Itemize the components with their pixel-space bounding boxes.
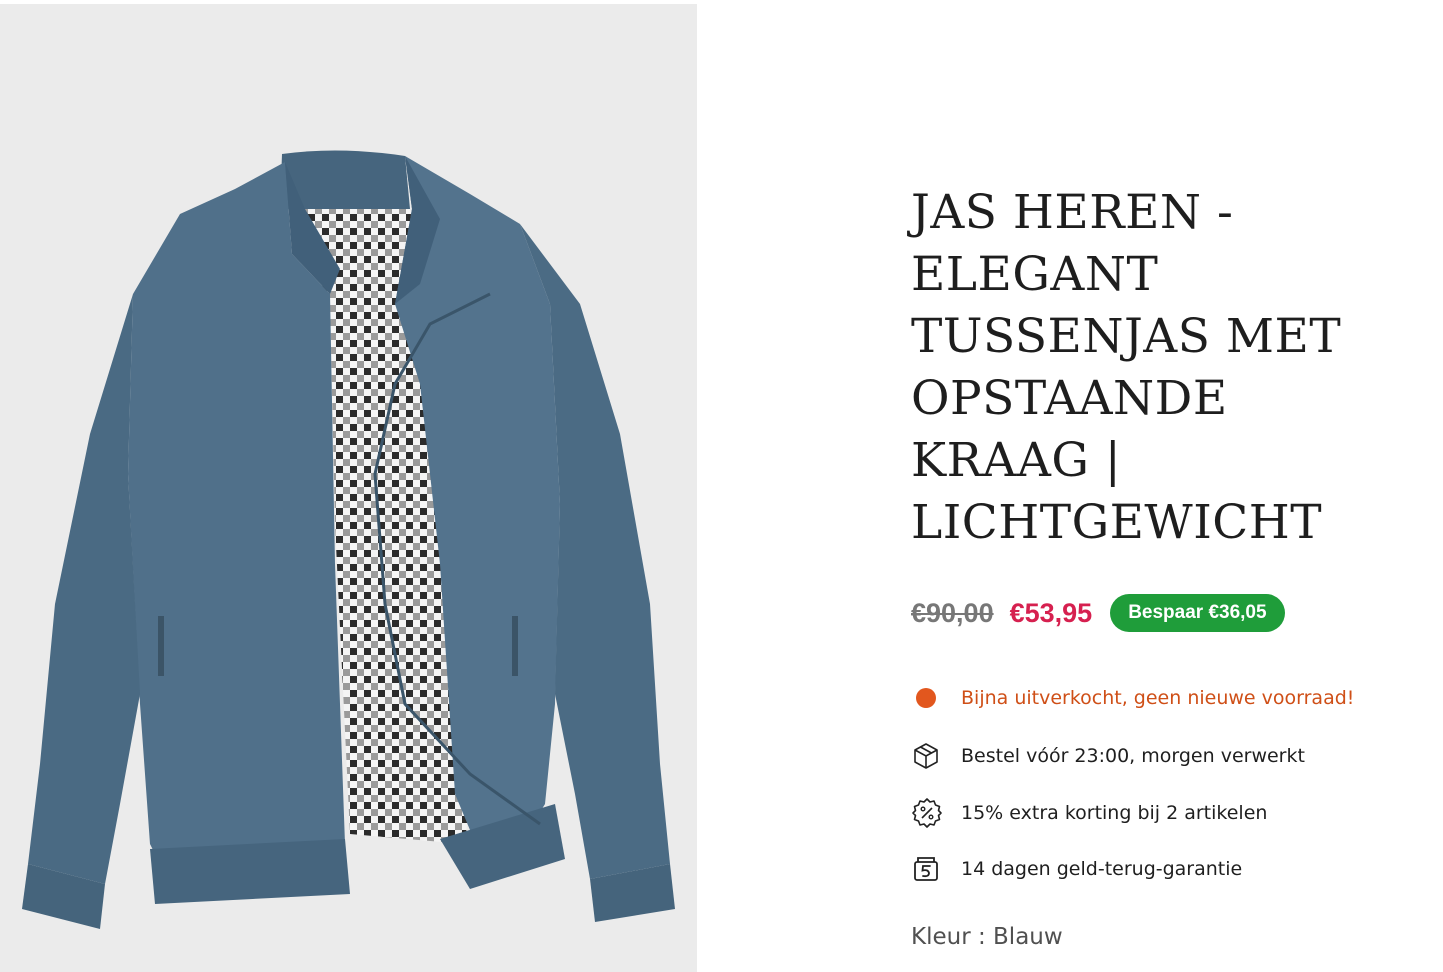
status-dot-icon [911,681,945,715]
product-image[interactable] [0,4,697,972]
stock-warning-text: Bijna uitverkocht, geen nieuwe voorraad! [961,687,1355,709]
shipping-info: Bestel vóór 23:00, morgen verwerkt [911,739,1305,773]
jacket-illustration [22,150,675,929]
savings-badge: Bespaar €36,05 [1110,594,1285,632]
package-icon [911,739,945,773]
money-back-info: 14 dagen geld-terug-garantie [911,852,1242,886]
price-row: €90,00 €53,95 Bespaar €36,05 [911,592,1285,634]
variant-color-label: Kleur : Blauw [911,924,1063,950]
stock-warning: Bijna uitverkocht, geen nieuwe voorraad! [911,681,1354,715]
money-back-icon [911,852,945,886]
sale-price: €53,95 [1009,597,1093,628]
shipping-info-text: Bestel vóór 23:00, morgen verwerkt [961,745,1305,767]
discount-badge-icon [911,796,945,830]
bundle-discount-info: 15% extra korting bij 2 artikelen [911,796,1267,830]
product-title: JAS HEREN - ELEGANT TUSSENJAS MET OPSTAA… [911,185,1342,550]
compare-at-price: €90,00 [911,597,994,628]
money-back-text: 14 dagen geld-terug-garantie [961,858,1243,880]
bundle-discount-text: 15% extra korting bij 2 artikelen [961,802,1268,824]
